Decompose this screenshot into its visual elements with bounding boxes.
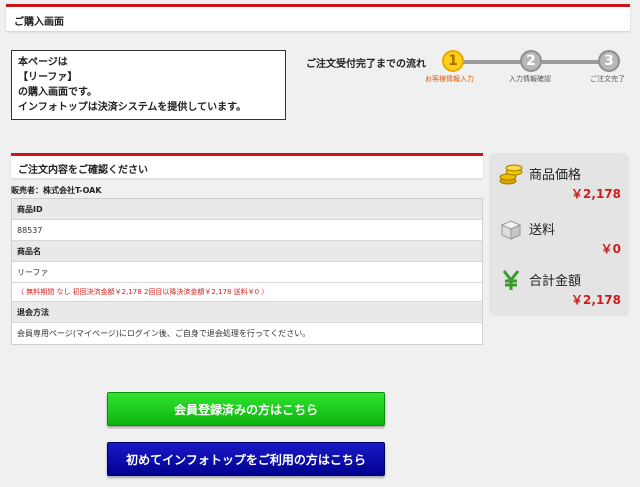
page-title: ご購入画面 (14, 17, 64, 28)
product-name-value: リーファ (12, 262, 482, 283)
cancel-method-header: 退会方法 (12, 302, 482, 323)
payment-note: （ 無料期間 なし 初回決済金額￥2,178 2回目以降決済金額￥2,178 送… (12, 283, 482, 302)
summary-shipping: 送料 ￥0 (489, 213, 629, 263)
product-name-header: 商品名 (12, 241, 482, 262)
step-2-circle: 2 (520, 50, 542, 72)
price-label: 商品価格 (529, 168, 582, 183)
section-title: ご注文内容をご確認ください (18, 165, 148, 176)
step-3-circle: 3 (598, 50, 620, 72)
product-id-header: 商品ID (12, 199, 482, 220)
step-connector (542, 60, 602, 64)
step-1-label: お客様情報入力 (425, 75, 474, 83)
order-section-header: ご注文内容をご確認ください (11, 153, 483, 178)
yen-icon (502, 270, 520, 290)
notice-line: の購入画面です。 (18, 87, 97, 98)
notice-line: 【リーファ】 (18, 72, 78, 83)
order-table: 商品ID 88537 商品名 リーファ （ 無料期間 なし 初回決済金額￥2,1… (11, 198, 483, 345)
new-user-button[interactable]: 初めてインフォトップをご利用の方はこちら (107, 442, 385, 476)
summary-total: 合計金額 ￥2,178 (489, 264, 629, 314)
summary-price: 商品価格 ￥2,178 (489, 158, 629, 208)
price-summary-panel: 商品価格 ￥2,178 送料 ￥0 合計金額 ￥2,178 (489, 153, 629, 316)
info-notice-box: 本ページは 【リーファ】 の購入画面です。 インフォトップは決済システムを提供し… (11, 50, 286, 120)
shipping-value: ￥0 (600, 242, 621, 256)
flow-title: ご注文受付完了までの流れ (306, 59, 426, 70)
shipping-label: 送料 (529, 223, 556, 238)
box-icon (500, 220, 522, 240)
total-value: ￥2,178 (571, 293, 621, 307)
step-1-circle: 1 (442, 50, 464, 72)
product-id-value: 88537 (12, 220, 482, 241)
price-value: ￥2,178 (571, 187, 621, 201)
cancel-method-value: 会員専用ページ(マイページ)にログイン後、ご自身で退会処理を行ってください。 (17, 329, 311, 338)
total-label: 合計金額 (529, 274, 582, 289)
seller-name: 販売者：株式会社T-OAK (11, 186, 102, 195)
member-login-button[interactable]: 会員登録済みの方はこちら (107, 392, 385, 426)
coins-icon (499, 164, 523, 185)
notice-line: 本ページは (18, 57, 68, 68)
step-3-label: ご注文完了 (590, 75, 625, 83)
notice-line: インフォトップは決済システムを提供しています。 (18, 102, 247, 113)
page-header: ご購入画面 (6, 4, 630, 31)
step-connector (463, 60, 523, 64)
step-2-label: 入力情報確認 (509, 75, 551, 83)
